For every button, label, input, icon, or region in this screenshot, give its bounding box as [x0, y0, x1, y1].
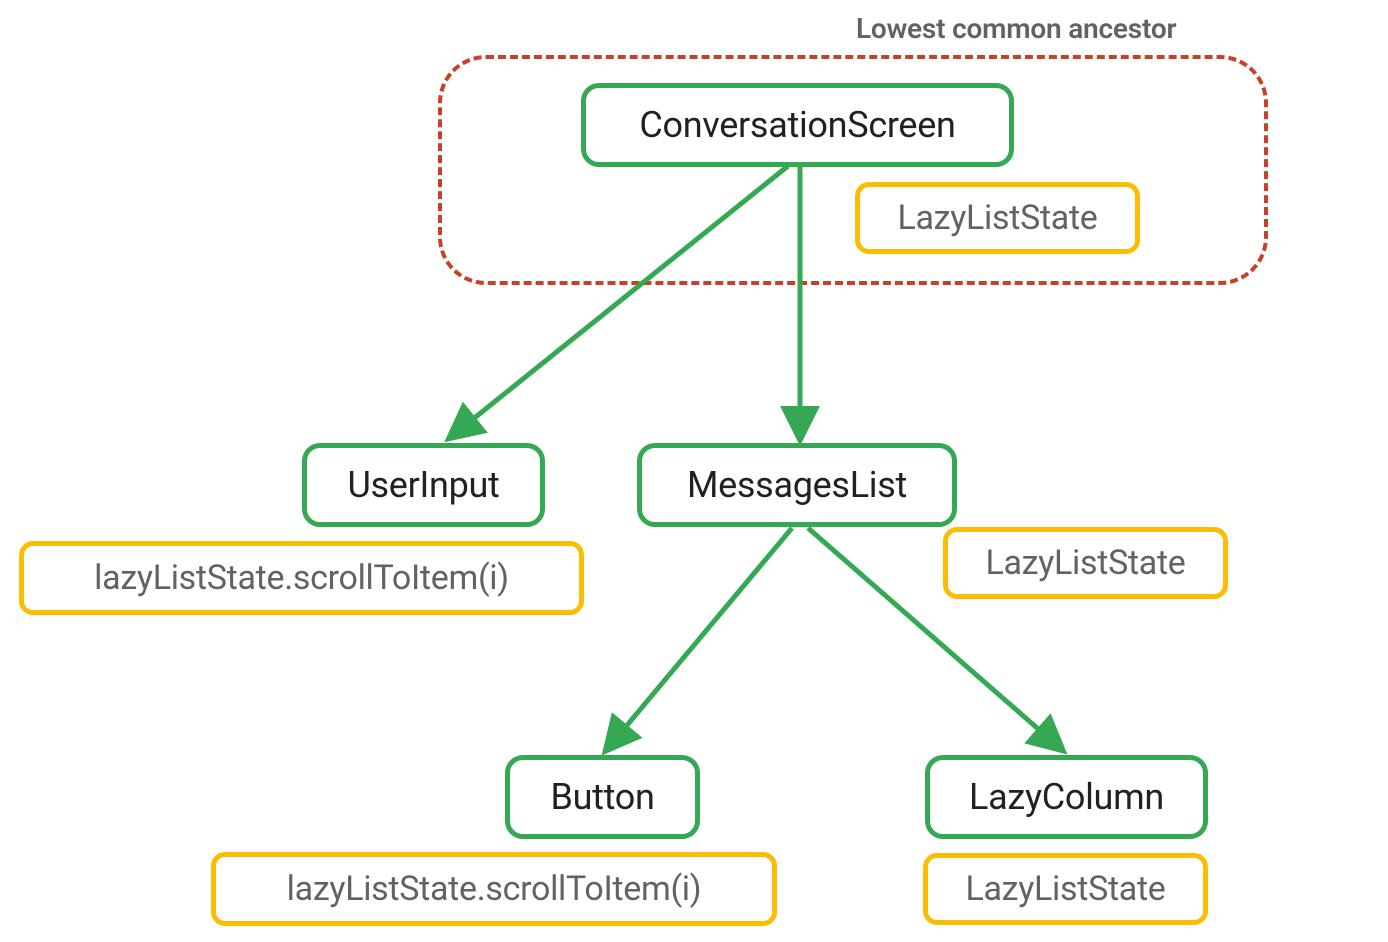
annotation-conv-state: LazyListState	[855, 182, 1140, 254]
node-user-input: UserInput	[302, 443, 545, 527]
node-messages-list: MessagesList	[637, 443, 957, 527]
node-button: Button	[505, 755, 700, 839]
lca-label: Lowest common ancestor	[856, 12, 1176, 45]
arrow-messages-to-button	[608, 528, 792, 748]
diagram-canvas: Lowest common ancestor ConversationScree…	[0, 0, 1388, 942]
annotation-lazycolumn-state: LazyListState	[923, 853, 1208, 925]
annotation-userinput-action: lazyListState.scrollToItem(i)	[19, 541, 584, 615]
annotation-messageslist-state: LazyListState	[943, 527, 1228, 599]
annotation-button-action: lazyListState.scrollToItem(i)	[211, 852, 777, 926]
node-lazy-column: LazyColumn	[925, 755, 1208, 839]
node-conversation-screen: ConversationScreen	[581, 83, 1014, 167]
